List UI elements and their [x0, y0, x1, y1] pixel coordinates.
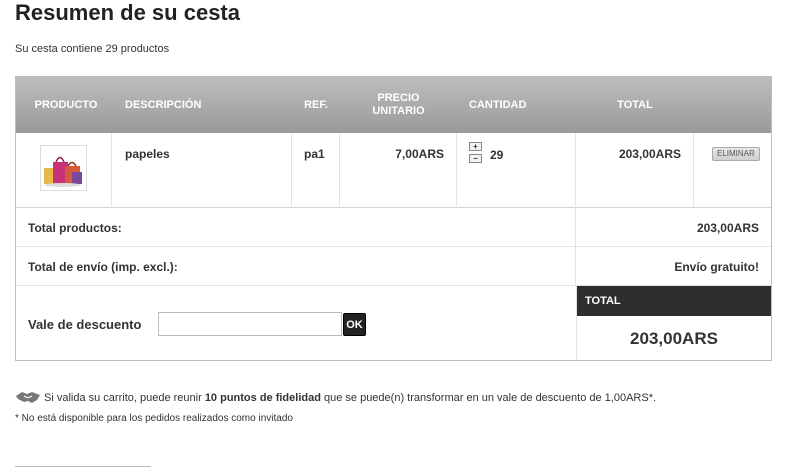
product-total: 203,00ARS [576, 133, 694, 208]
page-title: Resumen de su cesta [15, 0, 240, 25]
delete-button[interactable]: ELIMINAR [712, 147, 760, 161]
loyalty-message: Si valida su carrito, puede reunir 10 pu… [15, 390, 656, 404]
table-row: papeles pa1 7,00ARS + − 29 203,00ARS ELI… [16, 133, 771, 208]
quantity-increase-button[interactable]: + [469, 142, 482, 151]
header-unit-price-line1: PRECIO [377, 92, 420, 104]
total-products-row: Total productos: 203,00ARS [16, 208, 771, 247]
shipping-value: Envío gratuito! [674, 260, 759, 274]
divider [575, 247, 576, 286]
shopping-bags-icon [41, 146, 86, 190]
header-unit-price: PRECIO UNITARIO [340, 77, 457, 133]
product-thumbnail[interactable] [40, 145, 87, 191]
voucher-section: Vale de descuento OK [16, 286, 576, 360]
shipping-label: Total de envío (imp. excl.): [28, 260, 178, 274]
total-products-value: 203,00ARS [696, 221, 759, 235]
handshake-icon [16, 392, 40, 403]
product-description[interactable]: papeles [112, 133, 292, 208]
delete-cell: ELIMINAR [694, 133, 771, 208]
header-total: TOTAL [617, 98, 653, 111]
grand-total-value: 203,00ARS [630, 329, 718, 348]
cart-table-header: PRODUCTO DESCRIPCIÓN REF. PRECIO UNITARI… [16, 77, 771, 133]
header-unit-price-line2: UNITARIO [372, 105, 425, 117]
header-description: DESCRIPCIÓN [125, 98, 202, 111]
shipping-row: Total de envío (imp. excl.): Envío gratu… [16, 247, 771, 286]
loyalty-points: 10 puntos de fidelidad [204, 392, 321, 404]
quantity-value: 29 [490, 148, 504, 162]
cart-table: PRODUCTO DESCRIPCIÓN REF. PRECIO UNITARI… [15, 76, 772, 361]
voucher-submit-button[interactable]: OK [343, 313, 366, 336]
loyalty-text-before: Si valida su carrito, puede reunir [44, 392, 205, 404]
voucher-input[interactable] [158, 312, 342, 336]
voucher-label: Vale de descuento [28, 317, 142, 332]
cart-summary: Su cesta contiene 29 productos [15, 43, 170, 55]
header-quantity: CANTIDAD [469, 98, 527, 111]
grand-total-label: TOTAL [577, 286, 771, 316]
product-image-cell [16, 133, 112, 208]
quantity-decrease-button[interactable]: − [469, 154, 482, 163]
quantity-cell: + − 29 [457, 133, 576, 208]
header-ref: REF. [304, 98, 328, 111]
product-ref: pa1 [292, 133, 340, 208]
total-products-label: Total productos: [28, 221, 122, 235]
grand-total-box: TOTAL 203,00ARS [576, 286, 771, 360]
divider [575, 208, 576, 247]
loyalty-text-after: que se puede(n) transformar en un vale d… [320, 392, 657, 404]
product-unit-price: 7,00ARS [340, 133, 457, 208]
quantity-stepper: + − [469, 142, 482, 166]
guest-note: * No está disponible para los pedidos re… [15, 413, 293, 424]
header-product: PRODUCTO [34, 98, 98, 111]
